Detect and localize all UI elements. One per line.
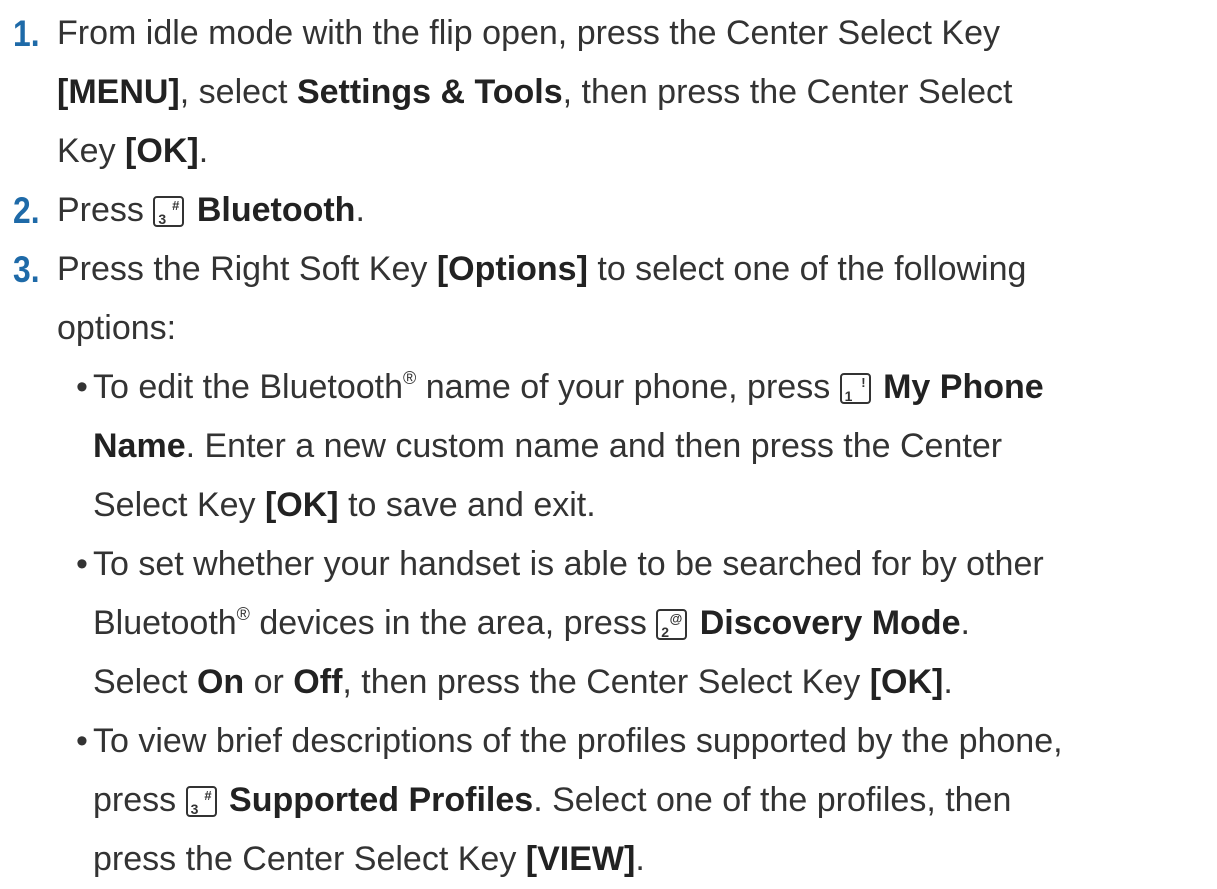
keypad-3-icon: 3 #: [185, 786, 217, 817]
bullet-text-segment: .: [943, 663, 953, 701]
step-line: options:: [57, 309, 177, 347]
step-text-segment: .: [355, 191, 365, 229]
step-text-segment: Press: [57, 191, 154, 229]
bullet-icon: •: [76, 368, 88, 406]
off-option-label: Off: [293, 663, 343, 701]
bullet-line: Select Key [OK] to save and exit.: [93, 476, 1044, 535]
bullet-text-segment: press: [93, 781, 186, 819]
ok-key-label: [OK]: [869, 663, 944, 701]
bullet-text-segment: .: [635, 840, 645, 878]
supported-profiles-label: Supported Profiles: [229, 781, 534, 819]
bullet-text-segment: name of your phone, press: [416, 368, 840, 406]
key-symbol: #: [172, 198, 180, 213]
step-number: 1.: [13, 13, 40, 54]
bullet-text-segment: .: [960, 604, 970, 642]
bullet-line: To view brief descriptions of the profil…: [93, 722, 1063, 760]
bullet-text-segment: . Select one of the profiles, then: [533, 781, 1012, 819]
key-number: 3: [158, 211, 167, 227]
bullet-text-segment: Select Key: [93, 486, 265, 524]
my-phone-name-label: Name: [93, 427, 186, 465]
registered-mark: ®: [403, 368, 417, 388]
discovery-mode-label: Discovery Mode: [699, 604, 961, 642]
bullet-text-segment: devices in the area, press: [249, 604, 657, 642]
instruction-document: 1. From idle mode with the flip open, pr…: [0, 0, 1217, 878]
step-text: Press 3 # Bluetooth.: [57, 181, 365, 240]
bullet-line: press the Center Select Key [VIEW].: [93, 830, 1063, 889]
step-text-segment: From idle mode with the flip open, press…: [57, 14, 1001, 52]
step-line: From idle mode with the flip open, press…: [57, 4, 1012, 63]
bullet-line: Select On or Off, then press the Center …: [93, 653, 1044, 712]
bullet-text: To view brief descriptions of the profil…: [93, 712, 1063, 889]
step-line: Key [OK].: [57, 122, 1012, 181]
step-line: Press the Right Soft Key [Options] to se…: [57, 240, 1026, 299]
bullet-text-segment: to save and exit.: [338, 486, 596, 524]
bullet-text-segment: or: [244, 663, 294, 701]
keypad-1-icon: 1!: [839, 373, 871, 404]
bullet-line: To set whether your handset is able to b…: [93, 545, 1044, 583]
bullet-text-segment: . Enter a new custom name and then press…: [185, 427, 1003, 465]
bullet-text-segment: Bluetooth: [93, 604, 237, 642]
ok-key-label: [OK]: [125, 132, 199, 170]
step-line: [MENU], select Settings & Tools, then pr…: [57, 63, 1012, 122]
registered-mark: ®: [236, 604, 250, 624]
menu-key-label: [MENU]: [57, 73, 180, 111]
bullet-line: To edit the Bluetooth® name of your phon…: [93, 358, 1044, 417]
bluetooth-label: Bluetooth: [196, 191, 356, 229]
key-symbol: @: [669, 611, 683, 626]
bullet-text: To set whether your handset is able to b…: [93, 535, 1044, 712]
bullet-line: Name. Enter a new custom name and then p…: [93, 417, 1044, 476]
keypad-3-icon: 3 #: [153, 196, 185, 227]
step-text: From idle mode with the flip open, press…: [57, 4, 1012, 181]
key-symbol: !: [861, 375, 866, 390]
key-number: 1: [844, 388, 853, 404]
step-text-segment: .: [198, 132, 209, 170]
options-key-label: [Options]: [436, 250, 588, 288]
bullet-line: Bluetooth® devices in the area, press 2 @…: [93, 594, 1044, 653]
settings-tools-label: Settings & Tools: [296, 73, 563, 111]
step-text-segment: Key: [57, 132, 126, 170]
bullet-text-segment: Select: [93, 663, 197, 701]
bullet-icon: •: [76, 722, 88, 760]
key-number: 2: [661, 624, 670, 640]
step-line: Press 3 # Bluetooth.: [57, 181, 365, 240]
key-number: 3: [190, 801, 199, 817]
bullet-icon: •: [76, 545, 88, 583]
bullet-text-segment: To edit the Bluetooth: [93, 368, 404, 406]
step-text-segment: Press the Right Soft Key: [57, 250, 437, 288]
bullet-text: To edit the Bluetooth® name of your phon…: [93, 358, 1044, 535]
bullet-text-segment: , then press the Center Select Key: [342, 663, 870, 701]
step-text-segment: , then press the Center Select: [562, 73, 1013, 111]
ok-key-label: [OK]: [264, 486, 339, 524]
step-text: Press the Right Soft Key [Options] to se…: [57, 240, 1026, 358]
on-option-label: On: [196, 663, 245, 701]
bullet-text-segment: press the Center Select Key: [93, 840, 526, 878]
keypad-2-icon: 2 @: [656, 609, 688, 640]
view-key-label: [VIEW]: [525, 840, 636, 878]
step-text-segment: to select one of the following: [587, 250, 1027, 288]
step-number: 2.: [13, 190, 40, 231]
step-number: 3.: [13, 249, 40, 290]
key-symbol: #: [204, 788, 212, 803]
my-phone-name-label: My Phone: [883, 368, 1044, 406]
step-text-segment: , select: [179, 73, 297, 111]
bullet-line: press 3 # Supported Profiles. Select one …: [93, 771, 1063, 830]
